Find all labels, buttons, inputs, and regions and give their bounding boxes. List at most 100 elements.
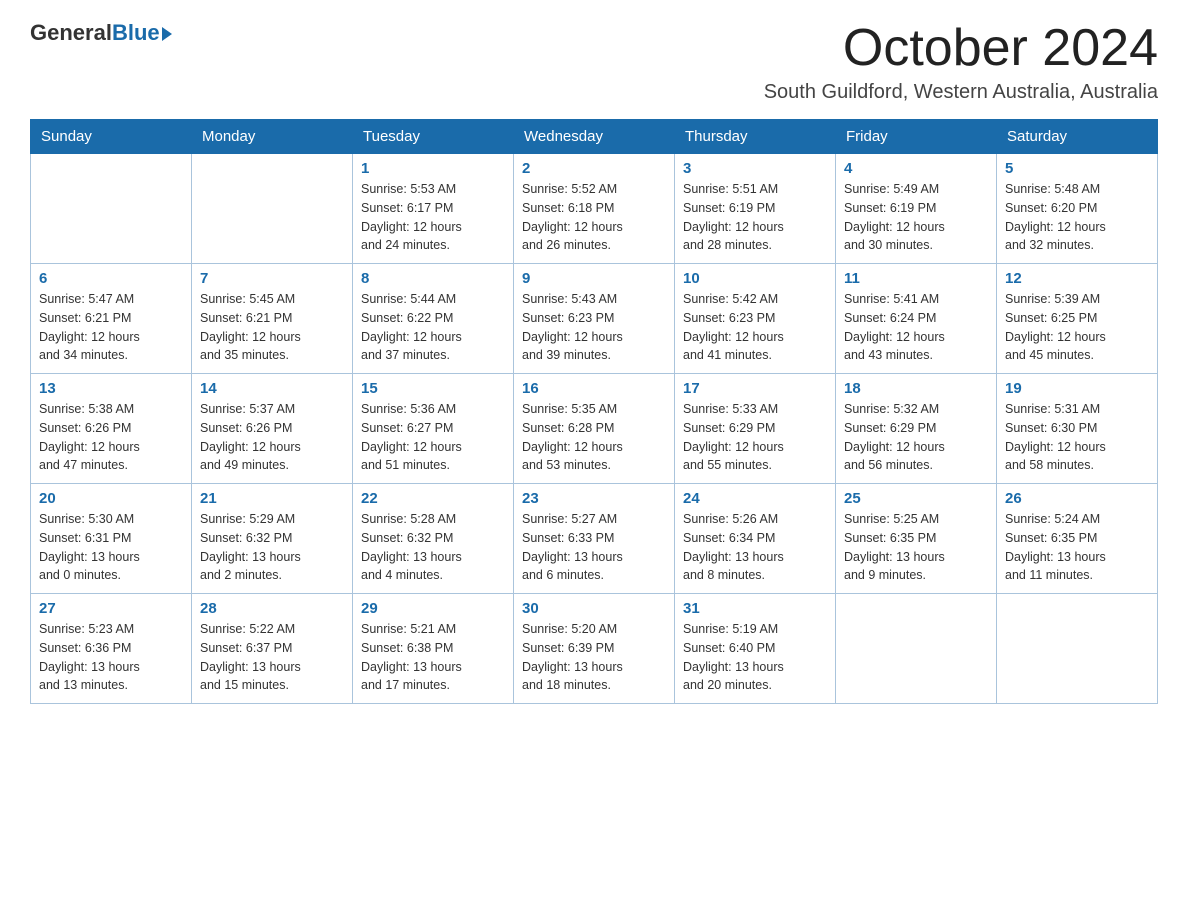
- day-number: 26: [1005, 490, 1149, 507]
- day-number: 12: [1005, 270, 1149, 287]
- calendar-day-cell: 27 Sunrise: 5:23 AM Sunset: 6:36 PM Dayli…: [31, 594, 192, 704]
- day-info: Sunrise: 5:38 AM Sunset: 6:26 PM Dayligh…: [39, 400, 183, 475]
- calendar-day-cell: 7 Sunrise: 5:45 AM Sunset: 6:21 PM Daylig…: [192, 264, 353, 374]
- calendar-day-cell: 16Sunrise: 5:35 AM Sunset: 6:28 PM Dayli…: [514, 374, 675, 484]
- calendar-day-cell: 5 Sunrise: 5:48 AM Sunset: 6:20 PM Daylig…: [997, 154, 1158, 264]
- day-info: Sunrise: 5:23 AM Sunset: 6:36 PM Dayligh…: [39, 620, 183, 695]
- day-info: Sunrise: 5:31 AM Sunset: 6:30 PM Dayligh…: [1005, 400, 1149, 475]
- day-number: 15: [361, 380, 505, 397]
- calendar-day-cell: 25Sunrise: 5:25 AM Sunset: 6:35 PM Dayli…: [836, 484, 997, 594]
- day-number: 22: [361, 490, 505, 507]
- calendar-day-cell: 1 Sunrise: 5:53 AM Sunset: 6:17 PM Daylig…: [353, 154, 514, 264]
- day-info: Sunrise: 5:52 AM Sunset: 6:18 PM Dayligh…: [522, 180, 666, 255]
- calendar-week-row: 1 Sunrise: 5:53 AM Sunset: 6:17 PM Daylig…: [31, 154, 1158, 264]
- day-info: Sunrise: 5:43 AM Sunset: 6:23 PM Dayligh…: [522, 290, 666, 365]
- calendar-day-header: Saturday: [997, 120, 1158, 154]
- logo: General Blue: [30, 20, 172, 46]
- day-number: 5: [1005, 160, 1149, 177]
- day-number: 16: [522, 380, 666, 397]
- calendar-day-cell: 20Sunrise: 5:30 AM Sunset: 6:31 PM Dayli…: [31, 484, 192, 594]
- day-info: Sunrise: 5:49 AM Sunset: 6:19 PM Dayligh…: [844, 180, 988, 255]
- calendar-day-header: Tuesday: [353, 120, 514, 154]
- day-number: 13: [39, 380, 183, 397]
- calendar-day-cell: 9 Sunrise: 5:43 AM Sunset: 6:23 PM Daylig…: [514, 264, 675, 374]
- logo-blue-container: Blue: [112, 20, 172, 46]
- calendar-day-cell: 15 Sunrise: 5:36 AM Sunset: 6:27 PM Dayli…: [353, 374, 514, 484]
- day-number: 23: [522, 490, 666, 507]
- calendar-day-cell: 28Sunrise: 5:22 AM Sunset: 6:37 PM Dayli…: [192, 594, 353, 704]
- calendar-day-cell: [836, 594, 997, 704]
- day-info: Sunrise: 5:21 AM Sunset: 6:38 PM Dayligh…: [361, 620, 505, 695]
- calendar-week-row: 6Sunrise: 5:47 AM Sunset: 6:21 PM Daylig…: [31, 264, 1158, 374]
- day-number: 2: [522, 160, 666, 177]
- day-info: Sunrise: 5:26 AM Sunset: 6:34 PM Dayligh…: [683, 510, 827, 585]
- day-number: 18: [844, 380, 988, 397]
- calendar-day-cell: 8 Sunrise: 5:44 AM Sunset: 6:22 PM Daylig…: [353, 264, 514, 374]
- calendar-day-cell: 3 Sunrise: 5:51 AM Sunset: 6:19 PM Daylig…: [675, 154, 836, 264]
- main-title: October 2024: [764, 20, 1158, 77]
- page-header: General Blue October 2024 South Guildfor…: [30, 20, 1158, 104]
- day-number: 4: [844, 160, 988, 177]
- day-info: Sunrise: 5:27 AM Sunset: 6:33 PM Dayligh…: [522, 510, 666, 585]
- day-info: Sunrise: 5:44 AM Sunset: 6:22 PM Dayligh…: [361, 290, 505, 365]
- title-area: October 2024 South Guildford, Western Au…: [764, 20, 1158, 104]
- calendar-week-row: 27 Sunrise: 5:23 AM Sunset: 6:36 PM Dayli…: [31, 594, 1158, 704]
- day-number: 3: [683, 160, 827, 177]
- calendar-day-cell: 4 Sunrise: 5:49 AM Sunset: 6:19 PM Daylig…: [836, 154, 997, 264]
- day-info: Sunrise: 5:45 AM Sunset: 6:21 PM Dayligh…: [200, 290, 344, 365]
- day-number: 27: [39, 600, 183, 617]
- day-number: 7: [200, 270, 344, 287]
- day-info: Sunrise: 5:24 AM Sunset: 6:35 PM Dayligh…: [1005, 510, 1149, 585]
- calendar-day-header: Sunday: [31, 120, 192, 154]
- calendar-day-cell: 22Sunrise: 5:28 AM Sunset: 6:32 PM Dayli…: [353, 484, 514, 594]
- day-info: Sunrise: 5:37 AM Sunset: 6:26 PM Dayligh…: [200, 400, 344, 475]
- calendar-day-cell: 30Sunrise: 5:20 AM Sunset: 6:39 PM Dayli…: [514, 594, 675, 704]
- day-number: 17: [683, 380, 827, 397]
- day-number: 1: [361, 160, 505, 177]
- day-info: Sunrise: 5:33 AM Sunset: 6:29 PM Dayligh…: [683, 400, 827, 475]
- day-info: Sunrise: 5:53 AM Sunset: 6:17 PM Dayligh…: [361, 180, 505, 255]
- day-info: Sunrise: 5:19 AM Sunset: 6:40 PM Dayligh…: [683, 620, 827, 695]
- calendar-day-cell: 26 Sunrise: 5:24 AM Sunset: 6:35 PM Dayli…: [997, 484, 1158, 594]
- day-number: 14: [200, 380, 344, 397]
- day-info: Sunrise: 5:51 AM Sunset: 6:19 PM Dayligh…: [683, 180, 827, 255]
- calendar-day-cell: 11Sunrise: 5:41 AM Sunset: 6:24 PM Dayli…: [836, 264, 997, 374]
- calendar-day-cell: 17 Sunrise: 5:33 AM Sunset: 6:29 PM Dayli…: [675, 374, 836, 484]
- location-subtitle: South Guildford, Western Australia, Aust…: [764, 81, 1158, 104]
- calendar-day-cell: 2 Sunrise: 5:52 AM Sunset: 6:18 PM Daylig…: [514, 154, 675, 264]
- day-number: 24: [683, 490, 827, 507]
- calendar-day-cell: 6Sunrise: 5:47 AM Sunset: 6:21 PM Daylig…: [31, 264, 192, 374]
- calendar-day-cell: 12 Sunrise: 5:39 AM Sunset: 6:25 PM Dayli…: [997, 264, 1158, 374]
- calendar-day-cell: 24 Sunrise: 5:26 AM Sunset: 6:34 PM Dayli…: [675, 484, 836, 594]
- day-info: Sunrise: 5:25 AM Sunset: 6:35 PM Dayligh…: [844, 510, 988, 585]
- day-info: Sunrise: 5:20 AM Sunset: 6:39 PM Dayligh…: [522, 620, 666, 695]
- day-number: 6: [39, 270, 183, 287]
- day-info: Sunrise: 5:42 AM Sunset: 6:23 PM Dayligh…: [683, 290, 827, 365]
- calendar-week-row: 20Sunrise: 5:30 AM Sunset: 6:31 PM Dayli…: [31, 484, 1158, 594]
- calendar-day-cell: [192, 154, 353, 264]
- day-info: Sunrise: 5:48 AM Sunset: 6:20 PM Dayligh…: [1005, 180, 1149, 255]
- calendar-table: SundayMondayTuesdayWednesdayThursdayFrid…: [30, 119, 1158, 704]
- day-info: Sunrise: 5:30 AM Sunset: 6:31 PM Dayligh…: [39, 510, 183, 585]
- calendar-day-cell: 10Sunrise: 5:42 AM Sunset: 6:23 PM Dayli…: [675, 264, 836, 374]
- day-number: 19: [1005, 380, 1149, 397]
- calendar-day-cell: [31, 154, 192, 264]
- day-number: 29: [361, 600, 505, 617]
- day-number: 8: [361, 270, 505, 287]
- calendar-day-cell: 31 Sunrise: 5:19 AM Sunset: 6:40 PM Dayli…: [675, 594, 836, 704]
- day-info: Sunrise: 5:29 AM Sunset: 6:32 PM Dayligh…: [200, 510, 344, 585]
- day-info: Sunrise: 5:39 AM Sunset: 6:25 PM Dayligh…: [1005, 290, 1149, 365]
- calendar-day-header: Thursday: [675, 120, 836, 154]
- calendar-day-cell: 29 Sunrise: 5:21 AM Sunset: 6:38 PM Dayli…: [353, 594, 514, 704]
- calendar-day-cell: 23 Sunrise: 5:27 AM Sunset: 6:33 PM Dayli…: [514, 484, 675, 594]
- calendar-day-cell: 18Sunrise: 5:32 AM Sunset: 6:29 PM Dayli…: [836, 374, 997, 484]
- calendar-header-row: SundayMondayTuesdayWednesdayThursdayFrid…: [31, 120, 1158, 154]
- day-info: Sunrise: 5:41 AM Sunset: 6:24 PM Dayligh…: [844, 290, 988, 365]
- day-number: 9: [522, 270, 666, 287]
- logo-text: General Blue: [30, 20, 172, 46]
- calendar-day-cell: 21Sunrise: 5:29 AM Sunset: 6:32 PM Dayli…: [192, 484, 353, 594]
- day-number: 31: [683, 600, 827, 617]
- calendar-day-header: Monday: [192, 120, 353, 154]
- day-info: Sunrise: 5:36 AM Sunset: 6:27 PM Dayligh…: [361, 400, 505, 475]
- calendar-day-cell: 13 Sunrise: 5:38 AM Sunset: 6:26 PM Dayli…: [31, 374, 192, 484]
